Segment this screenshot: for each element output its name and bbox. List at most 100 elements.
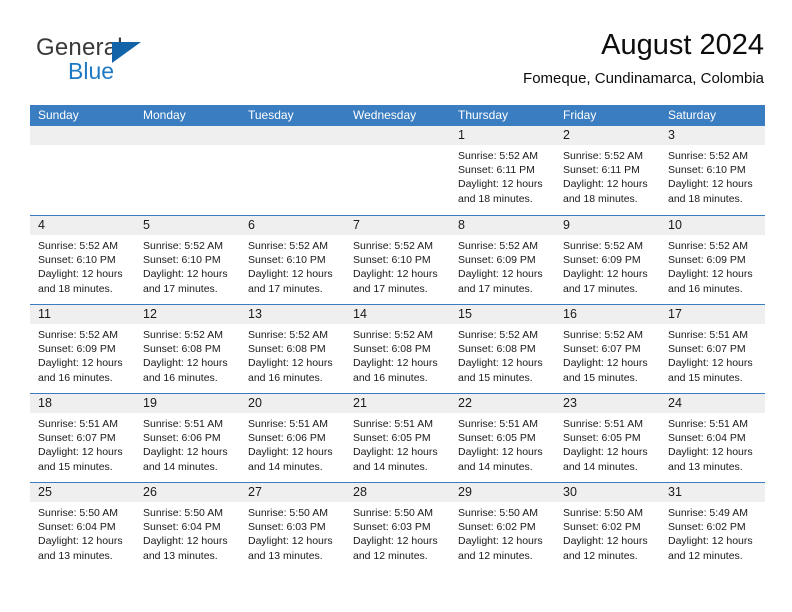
day-cell[interactable]: 8 Sunrise: 5:52 AM Sunset: 6:09 PM Dayli…	[450, 216, 555, 304]
day-cell[interactable]: 18 Sunrise: 5:51 AM Sunset: 6:07 PM Dayl…	[30, 394, 135, 482]
day-cell[interactable]: 30 Sunrise: 5:50 AM Sunset: 6:02 PM Dayl…	[555, 483, 660, 571]
day-cell[interactable]: 9 Sunrise: 5:52 AM Sunset: 6:09 PM Dayli…	[555, 216, 660, 304]
day-number: 27	[240, 483, 345, 502]
calendar-page: General Blue August 2024 Fomeque, Cundin…	[0, 0, 792, 612]
day-cell[interactable]: 10 Sunrise: 5:52 AM Sunset: 6:09 PM Dayl…	[660, 216, 765, 304]
daylight-line1: Daylight: 12 hours	[563, 178, 648, 191]
week-row: 25 Sunrise: 5:50 AM Sunset: 6:04 PM Dayl…	[30, 482, 765, 571]
day-cell[interactable]: 29 Sunrise: 5:50 AM Sunset: 6:02 PM Dayl…	[450, 483, 555, 571]
day-cell[interactable]: 24 Sunrise: 5:51 AM Sunset: 6:04 PM Dayl…	[660, 394, 765, 482]
day-cell[interactable]: 13 Sunrise: 5:52 AM Sunset: 6:08 PM Dayl…	[240, 305, 345, 393]
daylight-line2: and 16 minutes.	[38, 371, 113, 384]
daylight-line2: and 13 minutes.	[143, 549, 218, 562]
weekday-sunday: Sunday	[38, 108, 79, 122]
daylight-line2: and 14 minutes.	[143, 460, 218, 473]
day-cell[interactable]: 6 Sunrise: 5:52 AM Sunset: 6:10 PM Dayli…	[240, 216, 345, 304]
day-number: 12	[135, 305, 240, 324]
daylight-line1: Daylight: 12 hours	[458, 268, 543, 281]
sunrise-text: Sunrise: 5:49 AM	[668, 507, 748, 519]
daylight-line1: Daylight: 12 hours	[458, 357, 543, 370]
day-cell[interactable]	[345, 126, 450, 215]
day-cell[interactable]: 12 Sunrise: 5:52 AM Sunset: 6:08 PM Dayl…	[135, 305, 240, 393]
day-cell[interactable]: 25 Sunrise: 5:50 AM Sunset: 6:04 PM Dayl…	[30, 483, 135, 571]
sunrise-text: Sunrise: 5:50 AM	[458, 507, 538, 519]
weekday-monday: Monday	[143, 108, 186, 122]
daylight-line2: and 14 minutes.	[248, 460, 323, 473]
day-info: Sunrise: 5:52 AM Sunset: 6:09 PM Dayligh…	[660, 235, 765, 296]
day-cell[interactable]: 4 Sunrise: 5:52 AM Sunset: 6:10 PM Dayli…	[30, 216, 135, 304]
day-cell[interactable]: 17 Sunrise: 5:51 AM Sunset: 6:07 PM Dayl…	[660, 305, 765, 393]
daylight-line1: Daylight: 12 hours	[38, 268, 123, 281]
day-cell[interactable]: 27 Sunrise: 5:50 AM Sunset: 6:03 PM Dayl…	[240, 483, 345, 571]
daylight-line1: Daylight: 12 hours	[668, 357, 753, 370]
day-number: 1	[450, 126, 555, 145]
daylight-line1: Daylight: 12 hours	[668, 178, 753, 191]
weekday-friday: Friday	[563, 108, 597, 122]
day-info: Sunrise: 5:51 AM Sunset: 6:07 PM Dayligh…	[660, 324, 765, 385]
day-info	[240, 145, 345, 149]
day-cell[interactable]: 20 Sunrise: 5:51 AM Sunset: 6:06 PM Dayl…	[240, 394, 345, 482]
day-cell[interactable]: 3 Sunrise: 5:52 AM Sunset: 6:10 PM Dayli…	[660, 126, 765, 215]
day-cell[interactable]: 15 Sunrise: 5:52 AM Sunset: 6:08 PM Dayl…	[450, 305, 555, 393]
day-cell[interactable]: 11 Sunrise: 5:52 AM Sunset: 6:09 PM Dayl…	[30, 305, 135, 393]
day-cell[interactable]: 31 Sunrise: 5:49 AM Sunset: 6:02 PM Dayl…	[660, 483, 765, 571]
sunset-text: Sunset: 6:10 PM	[248, 254, 326, 267]
day-cell[interactable]: 23 Sunrise: 5:51 AM Sunset: 6:05 PM Dayl…	[555, 394, 660, 482]
daylight-line1: Daylight: 12 hours	[668, 268, 753, 281]
day-number: 18	[30, 394, 135, 413]
day-info: Sunrise: 5:52 AM Sunset: 6:08 PM Dayligh…	[450, 324, 555, 385]
day-number: 28	[345, 483, 450, 502]
daylight-line1: Daylight: 12 hours	[248, 535, 333, 548]
day-info: Sunrise: 5:52 AM Sunset: 6:10 PM Dayligh…	[240, 235, 345, 296]
day-cell[interactable]: 26 Sunrise: 5:50 AM Sunset: 6:04 PM Dayl…	[135, 483, 240, 571]
daylight-line1: Daylight: 12 hours	[143, 446, 228, 459]
day-number: 22	[450, 394, 555, 413]
week-row: 1 Sunrise: 5:52 AM Sunset: 6:11 PM Dayli…	[30, 126, 765, 215]
day-info	[135, 145, 240, 149]
daylight-line1: Daylight: 12 hours	[563, 446, 648, 459]
day-info: Sunrise: 5:49 AM Sunset: 6:02 PM Dayligh…	[660, 502, 765, 563]
day-cell[interactable]: 7 Sunrise: 5:52 AM Sunset: 6:10 PM Dayli…	[345, 216, 450, 304]
day-cell[interactable]: 1 Sunrise: 5:52 AM Sunset: 6:11 PM Dayli…	[450, 126, 555, 215]
sunset-text: Sunset: 6:02 PM	[563, 521, 641, 534]
daylight-line2: and 12 minutes.	[668, 549, 743, 562]
day-number: 24	[660, 394, 765, 413]
day-number: 23	[555, 394, 660, 413]
sunrise-text: Sunrise: 5:52 AM	[248, 240, 328, 252]
day-cell[interactable]: 21 Sunrise: 5:51 AM Sunset: 6:05 PM Dayl…	[345, 394, 450, 482]
sunrise-text: Sunrise: 5:52 AM	[38, 329, 118, 341]
day-cell[interactable]: 16 Sunrise: 5:52 AM Sunset: 6:07 PM Dayl…	[555, 305, 660, 393]
day-cell[interactable]: 2 Sunrise: 5:52 AM Sunset: 6:11 PM Dayli…	[555, 126, 660, 215]
sunrise-text: Sunrise: 5:52 AM	[143, 240, 223, 252]
day-cell[interactable]: 14 Sunrise: 5:52 AM Sunset: 6:08 PM Dayl…	[345, 305, 450, 393]
daylight-line1: Daylight: 12 hours	[458, 535, 543, 548]
daylight-line2: and 14 minutes.	[458, 460, 533, 473]
daylight-line2: and 17 minutes.	[248, 282, 323, 295]
day-info: Sunrise: 5:52 AM Sunset: 6:10 PM Dayligh…	[30, 235, 135, 296]
daylight-line1: Daylight: 12 hours	[458, 446, 543, 459]
day-number	[135, 126, 240, 145]
day-cell[interactable]	[30, 126, 135, 215]
daylight-line2: and 12 minutes.	[353, 549, 428, 562]
day-info: Sunrise: 5:50 AM Sunset: 6:04 PM Dayligh…	[30, 502, 135, 563]
page-title: August 2024	[601, 29, 764, 61]
day-cell[interactable]	[135, 126, 240, 215]
sunset-text: Sunset: 6:02 PM	[668, 521, 746, 534]
day-cell[interactable]: 19 Sunrise: 5:51 AM Sunset: 6:06 PM Dayl…	[135, 394, 240, 482]
day-number	[345, 126, 450, 145]
sunset-text: Sunset: 6:04 PM	[668, 432, 746, 445]
day-cell[interactable]: 22 Sunrise: 5:51 AM Sunset: 6:05 PM Dayl…	[450, 394, 555, 482]
daylight-line2: and 12 minutes.	[458, 549, 533, 562]
daylight-line1: Daylight: 12 hours	[668, 446, 753, 459]
day-cell[interactable]	[240, 126, 345, 215]
day-number: 9	[555, 216, 660, 235]
sunrise-text: Sunrise: 5:50 AM	[353, 507, 433, 519]
sunset-text: Sunset: 6:09 PM	[668, 254, 746, 267]
day-cell[interactable]: 5 Sunrise: 5:52 AM Sunset: 6:10 PM Dayli…	[135, 216, 240, 304]
daylight-line1: Daylight: 12 hours	[458, 178, 543, 191]
weekday-header-row: Sunday Monday Tuesday Wednesday Thursday…	[30, 105, 765, 126]
daylight-line1: Daylight: 12 hours	[563, 535, 648, 548]
sunset-text: Sunset: 6:10 PM	[353, 254, 431, 267]
day-number: 26	[135, 483, 240, 502]
day-cell[interactable]: 28 Sunrise: 5:50 AM Sunset: 6:03 PM Dayl…	[345, 483, 450, 571]
